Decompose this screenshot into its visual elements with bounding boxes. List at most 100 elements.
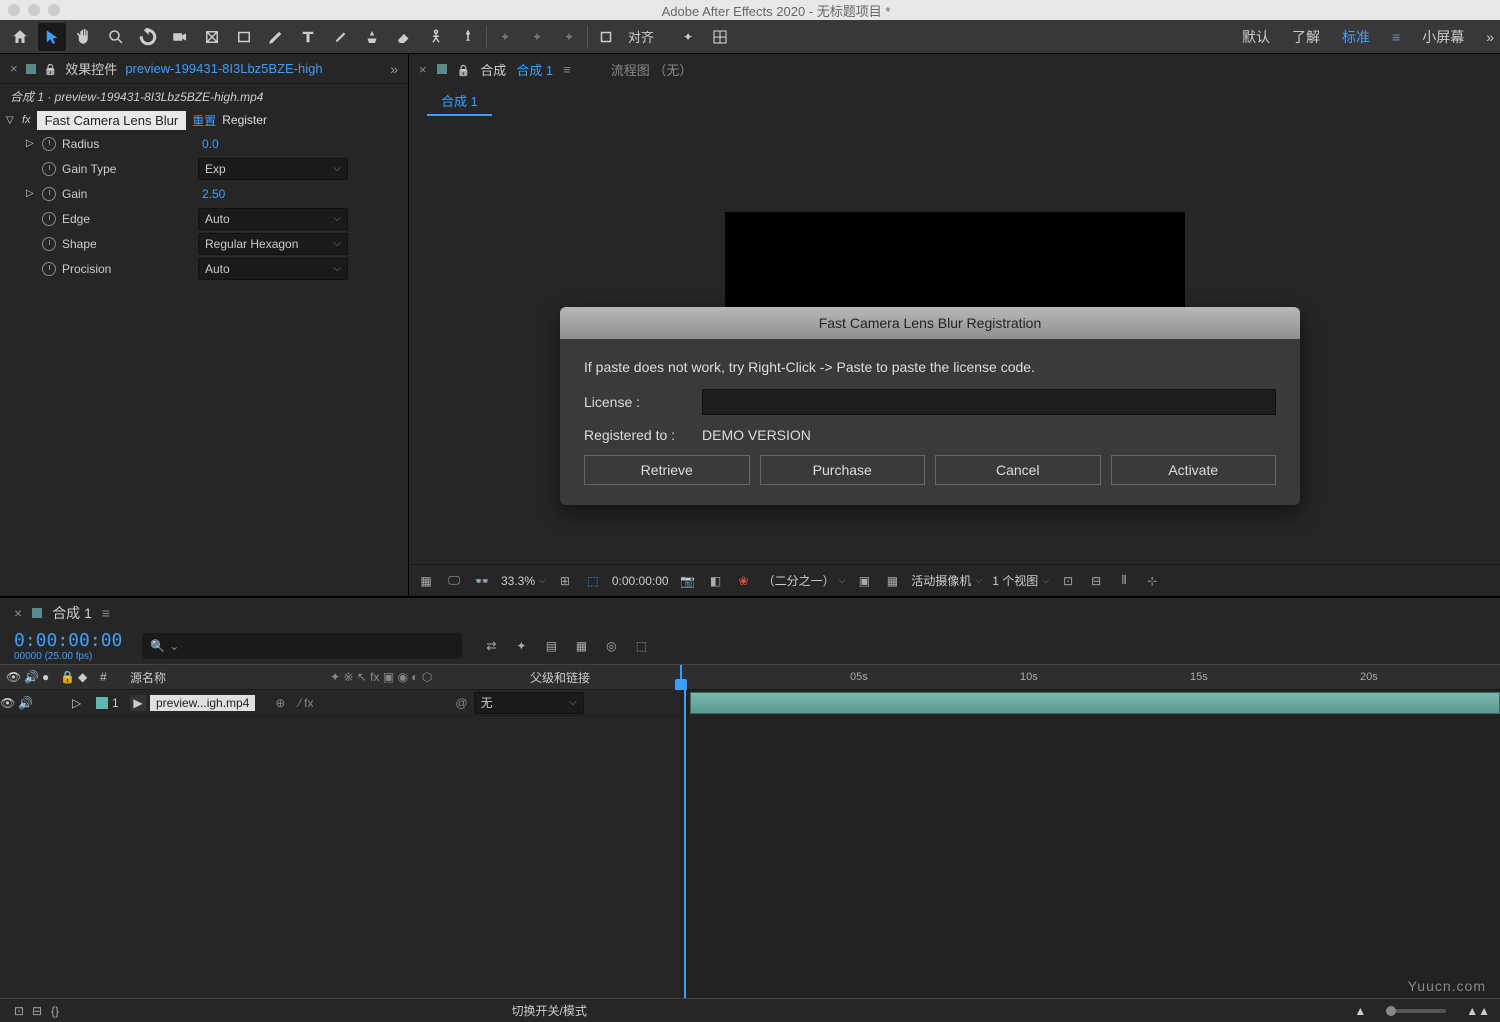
solo-icon[interactable]: ● [36, 670, 54, 684]
col-source[interactable]: 源名称 [124, 669, 324, 686]
lock-icon[interactable] [457, 62, 471, 77]
workspace-menu-icon[interactable]: ≡ [1392, 29, 1400, 45]
hand-tool-icon[interactable] [70, 23, 98, 51]
playhead-line[interactable] [684, 690, 686, 998]
snap-guides-icon[interactable] [706, 23, 734, 51]
channel-icon[interactable]: ◧ [707, 572, 725, 590]
tl-icon-4[interactable]: ▦ [572, 637, 590, 655]
tab-close-icon[interactable]: × [10, 61, 18, 76]
color-mgmt-icon[interactable]: ❀ [735, 572, 753, 590]
zoom-tool-icon[interactable] [102, 23, 130, 51]
purchase-button[interactable]: Purchase [760, 455, 926, 485]
tl-icon-2[interactable]: ✦ [512, 637, 530, 655]
camera-tool-icon[interactable] [166, 23, 194, 51]
zoom-dropdown[interactable]: 33.3%⌵ [501, 574, 546, 588]
tlf-icon-1[interactable]: ⊡ [10, 1002, 28, 1020]
stopwatch-icon[interactable] [42, 262, 56, 276]
lock-icon[interactable] [44, 61, 58, 76]
eye-icon[interactable]: 👁 [0, 670, 18, 684]
home-icon[interactable] [6, 23, 34, 51]
rotate-tool-icon[interactable] [134, 23, 162, 51]
label-icon[interactable]: ◆ [72, 670, 94, 684]
zoom-in-icon[interactable]: ▲▲ [1466, 1004, 1490, 1018]
region-icon[interactable]: ▣ [855, 572, 873, 590]
lock-col-icon[interactable]: 🔒 [54, 670, 72, 684]
tl-icon-6[interactable]: ⬚ [632, 637, 650, 655]
fx-badge-icon[interactable]: fx [22, 114, 31, 126]
timeline-tab[interactable]: 合成 1 [52, 603, 92, 623]
stopwatch-icon[interactable] [42, 237, 56, 251]
effect-twirl-icon[interactable]: ▽ [6, 115, 16, 126]
retrieve-button[interactable]: Retrieve [584, 455, 750, 485]
twirl-icon[interactable]: ▷ [26, 138, 36, 149]
workspace-standard[interactable]: 标准 [1342, 27, 1370, 47]
activate-button[interactable]: Activate [1111, 455, 1277, 485]
effects-panel-tab[interactable]: × 效果控件 preview-199431-8I3Lbz5BZE-high » [0, 54, 408, 84]
layer-name[interactable]: preview...igh.mp4 [150, 695, 255, 711]
gain-type-dropdown[interactable]: Exp⌵ [198, 158, 348, 180]
panel-menu-icon[interactable]: ≡ [563, 62, 571, 77]
vc-ic2[interactable]: ⊟ [1087, 572, 1105, 590]
layer-row[interactable]: 👁 🔊 ▷ 1 ▶ preview...igh.mp4 ⊕ ∕ fx @ 无⌵ [0, 690, 680, 716]
edge-dropdown[interactable]: Auto⌵ [198, 208, 348, 230]
stopwatch-icon[interactable] [42, 137, 56, 151]
camera-dropdown[interactable]: 活动摄像机⌵ [911, 572, 982, 589]
mask-icon[interactable]: 👓 [473, 572, 491, 590]
puppet-tool-icon[interactable] [422, 23, 450, 51]
panel-menu-icon[interactable]: ≡ [102, 605, 110, 621]
tab-close-icon[interactable]: × [419, 62, 427, 77]
register-link[interactable]: Register [222, 113, 267, 127]
transparency-icon[interactable]: ▦ [883, 572, 901, 590]
overflow-icon[interactable]: » [1486, 29, 1494, 45]
toggle-switches-button[interactable]: 切换开关/模式 [512, 1002, 587, 1019]
time-ruler[interactable]: 05s 10s 15s 20s [680, 665, 1500, 689]
vc-ic3[interactable]: ⫴ [1115, 572, 1133, 590]
layer-clip[interactable] [690, 692, 1500, 714]
pan-behind-tool-icon[interactable] [198, 23, 226, 51]
timeline-track-area[interactable] [680, 690, 1500, 998]
parent-dropdown[interactable]: 无⌵ [474, 692, 584, 714]
tl-icon-3[interactable]: ▤ [542, 637, 560, 655]
tl-icon-5[interactable]: ◎ [602, 637, 620, 655]
workspace-learn[interactable]: 了解 [1292, 27, 1320, 47]
twirl-icon[interactable]: ▷ [26, 188, 36, 199]
grid-icon[interactable]: ⊞ [556, 572, 574, 590]
pickwhip-icon[interactable]: @ [455, 696, 467, 710]
shape-dropdown[interactable]: Regular Hexagon⌵ [198, 233, 348, 255]
vc-ic1[interactable]: ⊡ [1059, 572, 1077, 590]
resolution-dropdown[interactable]: （二分之一）⌵ [763, 572, 846, 589]
workspace-default[interactable]: 默认 [1242, 27, 1270, 47]
snap-grid-icon[interactable]: ✦ [674, 23, 702, 51]
snap-icon[interactable] [592, 23, 620, 51]
procision-dropdown[interactable]: Auto⌵ [198, 258, 348, 280]
brush-tool-icon[interactable] [326, 23, 354, 51]
snapshot-icon[interactable]: 📷 [679, 572, 697, 590]
col-parent[interactable]: 父级和链接 [524, 669, 596, 686]
alpha-icon[interactable]: ▦ [417, 572, 435, 590]
speaker-icon[interactable]: 🔊 [18, 670, 36, 684]
stopwatch-icon[interactable] [42, 162, 56, 176]
stopwatch-icon[interactable] [42, 212, 56, 226]
viewer-time[interactable]: 0:00:00:00 [612, 574, 669, 588]
tlf-icon-3[interactable]: {} [46, 1002, 64, 1020]
guides-icon[interactable]: ⬚ [584, 572, 602, 590]
comp-subtab[interactable]: 合成 1 [427, 87, 492, 116]
rectangle-tool-icon[interactable] [230, 23, 258, 51]
zoom-out-icon[interactable]: ▲ [1354, 1004, 1366, 1018]
effect-name[interactable]: Fast Camera Lens Blur [37, 111, 187, 130]
selection-tool-icon[interactable] [38, 23, 66, 51]
current-timecode[interactable]: 0:00:00:00 [14, 630, 122, 651]
cancel-button[interactable]: Cancel [935, 455, 1101, 485]
reset-link[interactable]: 重置 [192, 112, 216, 129]
tl-icon-1[interactable]: ⇄ [482, 637, 500, 655]
tab-close-icon[interactable]: × [14, 605, 22, 621]
traffic-lights[interactable] [8, 4, 60, 16]
layer-switches[interactable]: ⊕ ∕ fx [255, 696, 455, 710]
license-input[interactable] [702, 389, 1276, 415]
text-tool-icon[interactable] [294, 23, 322, 51]
radius-value[interactable]: 0.0 [198, 137, 219, 151]
eraser-tool-icon[interactable] [390, 23, 418, 51]
flowchart-label[interactable]: 流程图 （无） [611, 60, 693, 79]
vc-ic4[interactable]: ⊹ [1143, 572, 1161, 590]
clone-tool-icon[interactable] [358, 23, 386, 51]
